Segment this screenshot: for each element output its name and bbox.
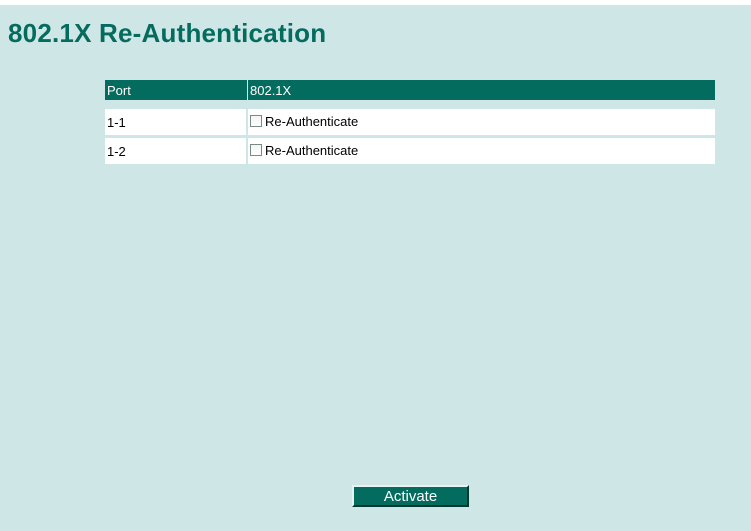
column-header-8021x: 802.1X	[248, 80, 715, 100]
reauthenticate-option[interactable]: Re-Authenticate	[250, 114, 358, 129]
table-spacer	[105, 100, 715, 109]
column-header-port: Port	[105, 80, 248, 100]
port-table: Port 802.1X 1-1 Re-Authenticate 1-2 Re-A…	[105, 80, 715, 167]
reauth-cell: Re-Authenticate	[248, 109, 715, 138]
reauthenticate-label: Re-Authenticate	[265, 113, 359, 129]
page-title: 802.1X Re-Authentication	[8, 18, 327, 48]
reauthenticate-label: Re-Authenticate	[265, 142, 359, 158]
reauthenticate-checkbox[interactable]	[250, 115, 262, 128]
table-row: 1-1 Re-Authenticate	[105, 109, 715, 138]
activate-button[interactable]: Activate	[352, 485, 469, 507]
content-panel: 802.1X Re-Authentication Port 802.1X 1-1…	[0, 5, 751, 531]
reauthenticate-option[interactable]: Re-Authenticate	[250, 143, 358, 158]
port-cell: 1-1	[105, 109, 248, 138]
table-row: 1-2 Re-Authenticate	[105, 138, 715, 167]
reauthenticate-checkbox[interactable]	[250, 144, 262, 157]
reauth-cell: Re-Authenticate	[248, 138, 715, 167]
port-cell: 1-2	[105, 138, 248, 167]
table-header-row: Port 802.1X	[105, 80, 715, 100]
